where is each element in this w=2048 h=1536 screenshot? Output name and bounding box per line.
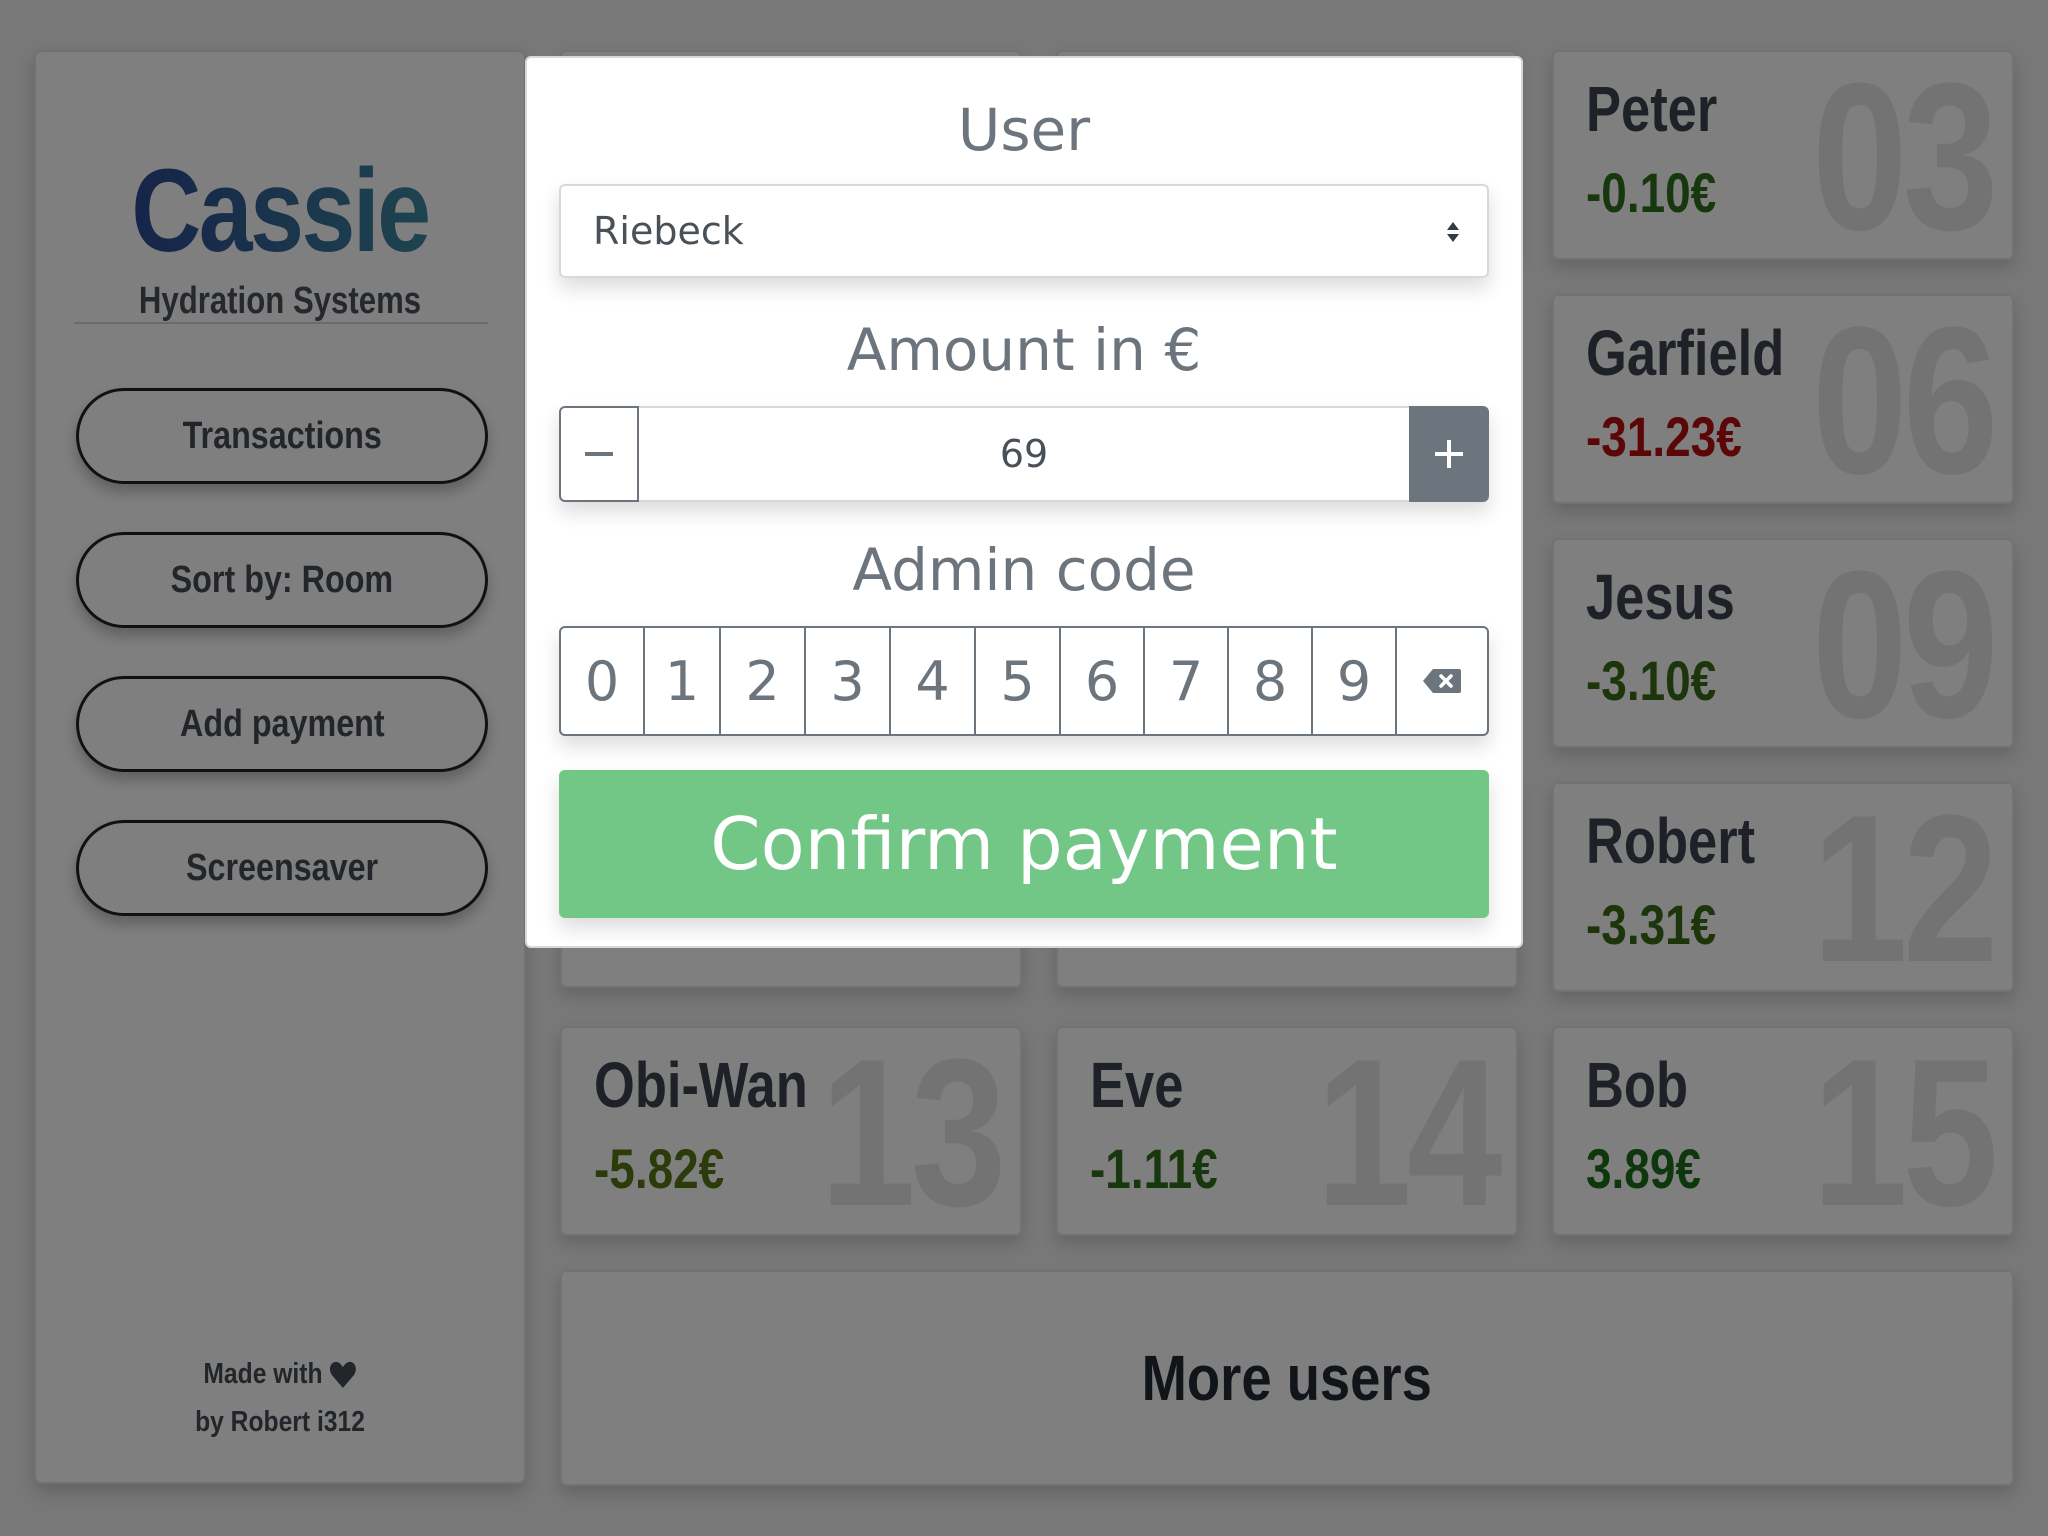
key-7[interactable]: 7 [1145, 628, 1229, 734]
backspace-key[interactable] [1397, 628, 1487, 734]
payment-modal: User Riebeck Amount in € 69 Admin code 0… [525, 56, 1523, 948]
backspace-icon [1423, 669, 1461, 693]
confirm-payment-button[interactable]: Confirm payment [559, 770, 1489, 918]
decrement-button[interactable] [559, 406, 639, 502]
admin-keypad: 0 1 2 3 4 5 6 7 8 9 [559, 626, 1489, 736]
key-6[interactable]: 6 [1061, 628, 1145, 734]
amount-stepper: 69 [559, 406, 1489, 502]
key-0[interactable]: 0 [561, 628, 645, 734]
admin-code-label: Admin code [852, 536, 1196, 604]
minus-icon [585, 452, 613, 456]
key-5[interactable]: 5 [976, 628, 1061, 734]
amount-input[interactable]: 69 [639, 406, 1409, 502]
user-select-value: Riebeck [593, 209, 744, 253]
user-select[interactable]: Riebeck [559, 184, 1489, 278]
key-1[interactable]: 1 [645, 628, 721, 734]
plus-icon [1435, 440, 1463, 468]
key-3[interactable]: 3 [806, 628, 891, 734]
increment-button[interactable] [1409, 406, 1489, 502]
amount-label: Amount in € [846, 316, 1202, 384]
key-9[interactable]: 9 [1313, 628, 1397, 734]
key-4[interactable]: 4 [891, 628, 976, 734]
user-label: User [957, 96, 1091, 164]
key-8[interactable]: 8 [1229, 628, 1313, 734]
select-arrows-icon [1447, 222, 1459, 242]
key-2[interactable]: 2 [721, 628, 806, 734]
